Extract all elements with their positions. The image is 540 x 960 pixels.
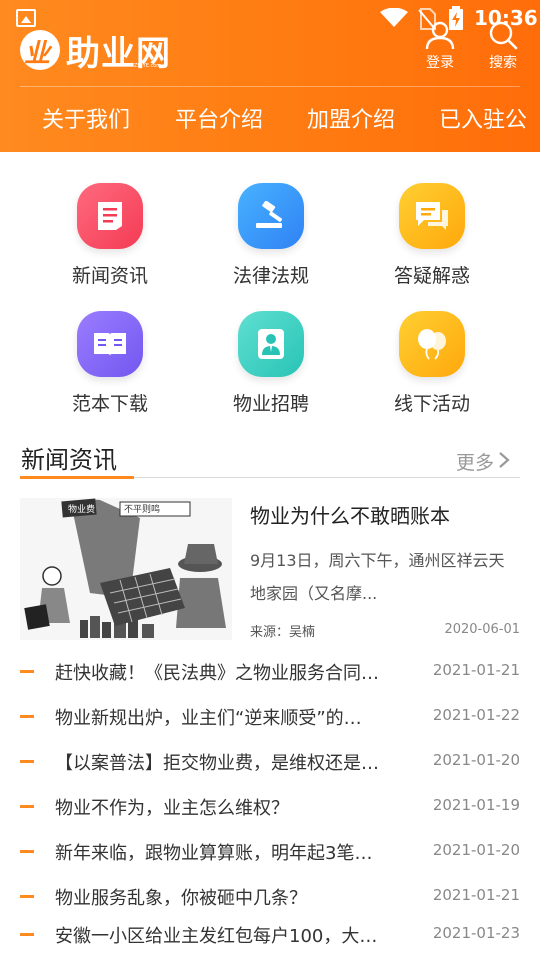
chat-icon bbox=[399, 183, 465, 249]
list-item[interactable]: 物业不作为，业主怎么维权？ 2021-01-19 bbox=[0, 787, 540, 832]
list-item[interactable]: 安徽一小区给业主发红包每户100，大… 2021-01-23 bbox=[0, 915, 540, 960]
news-icon bbox=[77, 183, 143, 249]
section-title: 新闻资讯 bbox=[21, 446, 117, 474]
news-title: 物业服务乱象，你被砸中几条？ bbox=[55, 888, 307, 909]
header-divider bbox=[20, 86, 520, 87]
grid-item-label: 范本下载 bbox=[71, 393, 148, 415]
featured-image[interactable]: 物业费 不平则鸣 bbox=[20, 498, 232, 640]
grid-item-label: 法律法规 bbox=[232, 265, 309, 287]
grid-item-label: 物业招聘 bbox=[232, 393, 309, 415]
featured-date: 2020-06-01 bbox=[444, 622, 520, 637]
image-icon bbox=[16, 9, 36, 27]
grid-item-label: 新闻资讯 bbox=[71, 265, 148, 287]
grid-item-news[interactable]: 新闻资讯 bbox=[30, 183, 190, 288]
featured-title[interactable]: 物业为什么不敢晒账本 bbox=[250, 500, 520, 529]
image-label: 物业费 bbox=[68, 503, 95, 515]
balloon-icon bbox=[399, 311, 465, 377]
grid-item-label: 线下活动 bbox=[393, 393, 470, 415]
image-label: 不平则鸣 bbox=[124, 503, 160, 515]
login-label: 登录 bbox=[426, 55, 454, 71]
featured-source: 来源：吴楠 bbox=[250, 625, 316, 640]
top-nav: 关于我们 平台介绍 加盟介绍 已入驻公 bbox=[0, 88, 540, 148]
news-date: 2021-01-21 bbox=[432, 661, 520, 679]
news-date: 2021-01-20 bbox=[432, 751, 520, 769]
bullet-dash bbox=[20, 715, 34, 718]
nav-item-about[interactable]: 关于我们 bbox=[42, 102, 130, 134]
news-title: 安徽一小区给业主发红包每户100，大… bbox=[55, 926, 378, 947]
bullet-dash bbox=[20, 670, 34, 673]
logo-mark: 业 bbox=[20, 30, 60, 70]
wifi-icon bbox=[380, 8, 408, 27]
news-title: 赶快收藏！《民法典》之物业服务合同… bbox=[55, 663, 379, 684]
person-icon bbox=[238, 311, 304, 377]
app-header: 10:36 业 助业网 ZHIYE.com 登录 搜索 关于我们 平台介绍 加盟… bbox=[0, 0, 540, 152]
news-date: 2021-01-22 bbox=[432, 706, 520, 724]
news-date: 2021-01-19 bbox=[432, 796, 520, 814]
news-date: 2021-01-21 bbox=[432, 886, 520, 904]
chevron-right-icon[interactable] bbox=[498, 451, 510, 469]
book-icon bbox=[77, 311, 143, 377]
list-item[interactable]: 【以案普法】拒交物业费，是维权还是… 2021-01-20 bbox=[0, 742, 540, 787]
login-button[interactable]: 登录 bbox=[410, 20, 470, 72]
news-date: 2021-01-23 bbox=[432, 924, 520, 942]
grid-item-law[interactable]: 法律法规 bbox=[191, 183, 351, 288]
grid-item-qa[interactable]: 答疑解惑 bbox=[352, 183, 512, 288]
search-icon bbox=[489, 21, 518, 50]
news-date: 2021-01-20 bbox=[432, 841, 520, 859]
search-button[interactable]: 搜索 bbox=[473, 20, 533, 72]
section-underline bbox=[20, 476, 134, 479]
bullet-dash bbox=[20, 895, 34, 898]
list-item[interactable]: 赶快收藏！《民法典》之物业服务合同… 2021-01-21 bbox=[0, 652, 540, 697]
grid-item-templates[interactable]: 范本下载 bbox=[30, 311, 190, 416]
bullet-dash bbox=[20, 760, 34, 763]
grid-item-events[interactable]: 线下活动 bbox=[352, 311, 512, 416]
featured-description: 9月13日，周六下午，通州区祥云天地家园（又名摩... bbox=[250, 551, 505, 603]
search-label: 搜索 bbox=[489, 55, 517, 71]
bullet-dash bbox=[20, 850, 34, 853]
nav-item-platform[interactable]: 平台介绍 bbox=[175, 102, 263, 134]
list-item[interactable]: 新年来临，跟物业算算账，明年起3笔… 2021-01-20 bbox=[0, 832, 540, 877]
news-title: 物业不作为，业主怎么维权？ bbox=[55, 798, 289, 819]
nav-item-franchise[interactable]: 加盟介绍 bbox=[307, 102, 395, 134]
grid-item-label: 答疑解惑 bbox=[393, 265, 470, 287]
gavel-icon bbox=[238, 183, 304, 249]
news-title: 新年来临，跟物业算算账，明年起3笔… bbox=[55, 843, 373, 864]
bullet-dash bbox=[20, 933, 34, 936]
logo-subtext: ZHIYE.com bbox=[134, 63, 162, 69]
news-title: 【以案普法】拒交物业费，是维权还是… bbox=[55, 753, 379, 774]
grid-item-jobs[interactable]: 物业招聘 bbox=[191, 311, 351, 416]
user-icon bbox=[425, 21, 455, 50]
news-title: 物业新规出炉，业主们“逆来顺受”的… bbox=[55, 708, 362, 729]
category-grid: 新闻资讯 法律法规 答疑解惑 范本下载 物业招聘 线下活动 bbox=[0, 152, 540, 432]
bullet-dash bbox=[20, 805, 34, 808]
list-item[interactable]: 物业新规出炉，业主们“逆来顺受”的… 2021-01-22 bbox=[0, 697, 540, 742]
nav-item-joined[interactable]: 已入驻公 bbox=[439, 102, 527, 134]
more-link[interactable]: 更多 bbox=[456, 448, 494, 475]
